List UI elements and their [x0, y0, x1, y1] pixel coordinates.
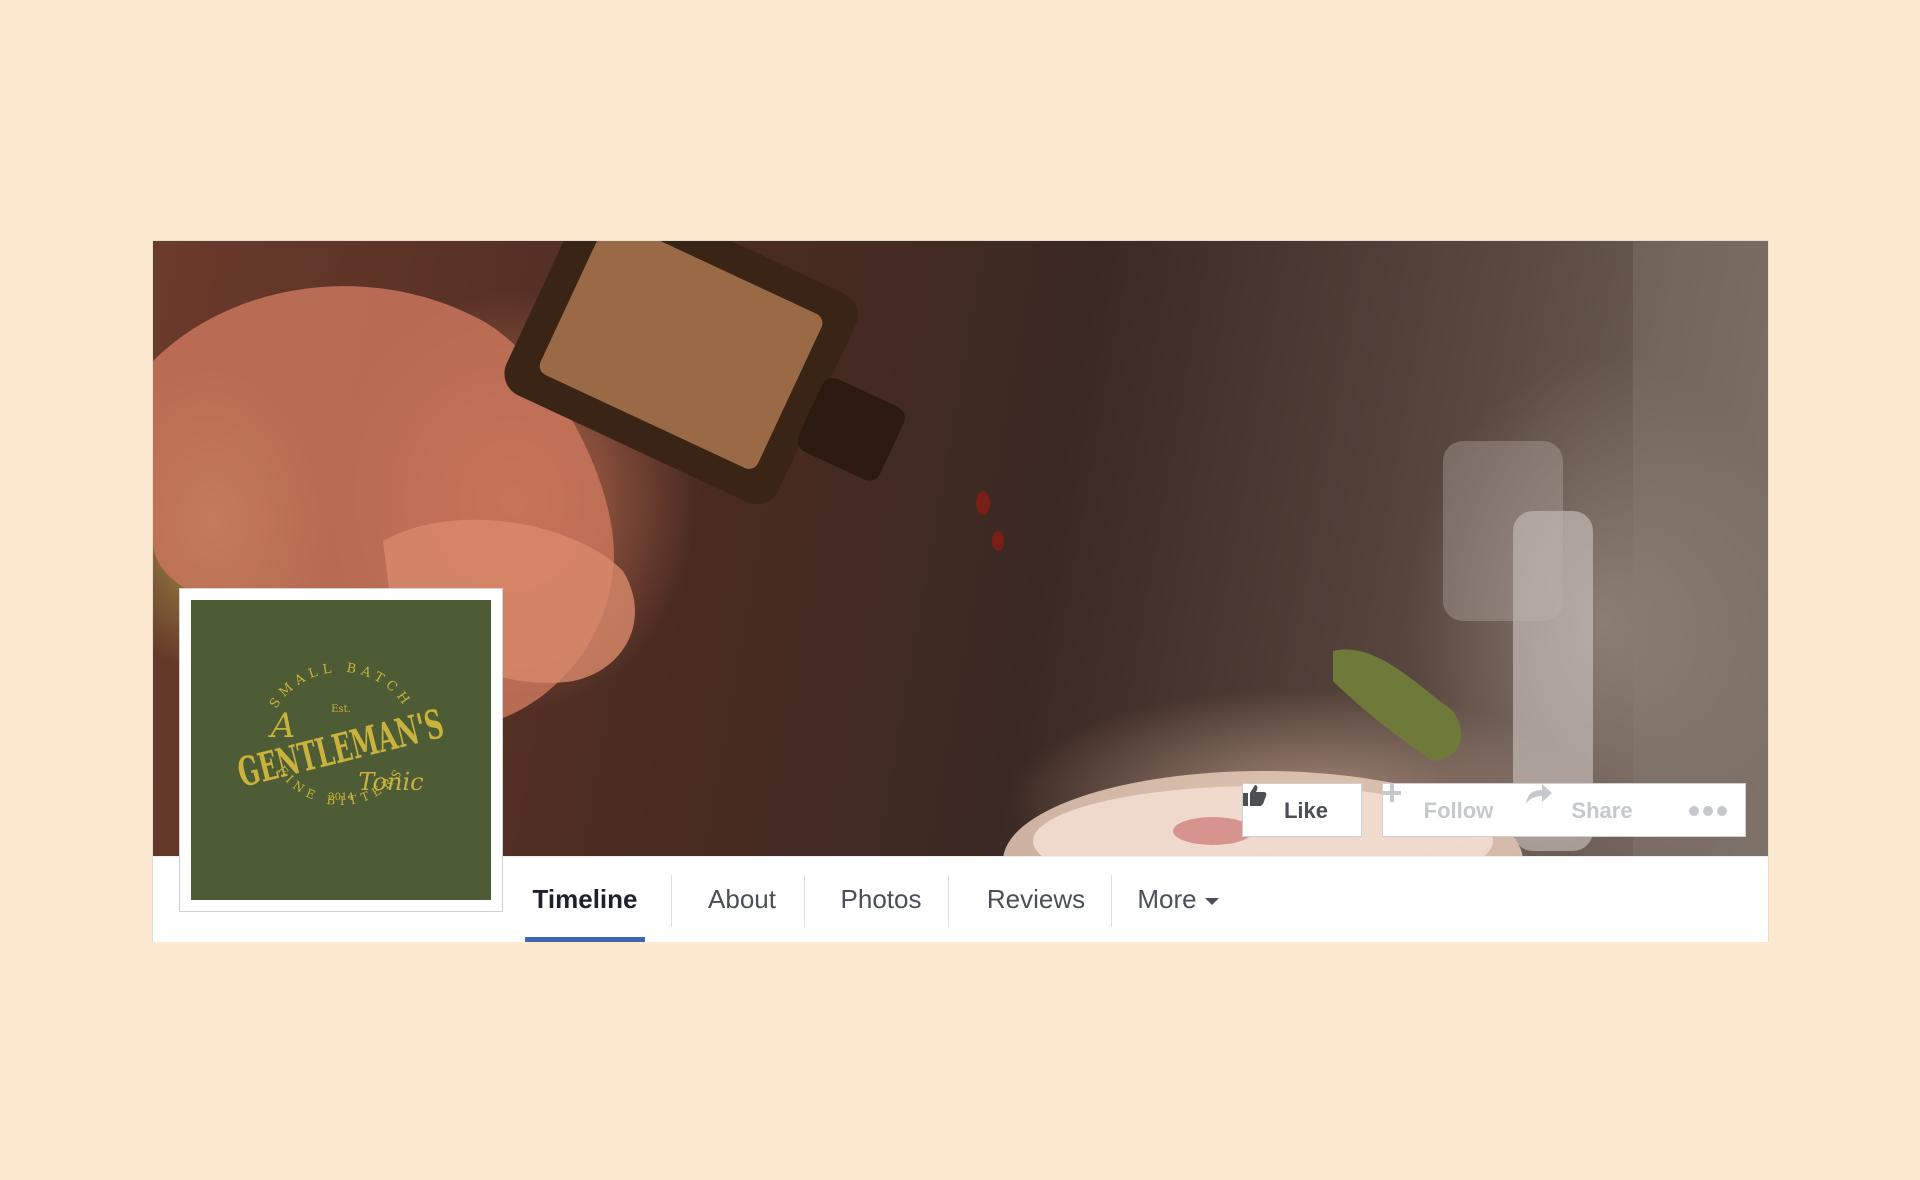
tab-reviews[interactable]: Reviews — [961, 857, 1111, 942]
ellipsis-icon — [1687, 797, 1729, 822]
caret-down-icon — [1204, 897, 1219, 905]
like-label: Like — [1283, 798, 1329, 824]
tab-more[interactable]: More — [1123, 857, 1233, 942]
follow-button[interactable]: Follow — [1382, 783, 1527, 837]
more-options-button[interactable] — [1670, 783, 1746, 837]
tab-timeline[interactable]: Timeline — [525, 857, 645, 942]
tab-divider — [948, 875, 949, 927]
brand-logo: SMALL BATCH Est. A GENTLEMAN'S Tonic 201… — [233, 661, 448, 808]
tab-divider — [804, 875, 805, 927]
tab-about[interactable]: About — [683, 857, 801, 942]
follow-label: Follow — [1423, 798, 1494, 824]
tab-more-label: More — [1137, 884, 1197, 914]
tab-photos[interactable]: Photos — [816, 857, 946, 942]
logo-est: Est. — [331, 704, 351, 715]
share-label: Share — [1571, 798, 1633, 824]
page-header: Like Follow Share Timeline About Photos … — [153, 241, 1768, 942]
profile-picture-frame[interactable]: SMALL BATCH Est. A GENTLEMAN'S Tonic 201… — [179, 588, 503, 912]
tab-divider — [1111, 875, 1112, 927]
share-button[interactable]: Share — [1526, 783, 1671, 837]
like-button[interactable]: Like — [1242, 783, 1362, 837]
profile-picture: SMALL BATCH Est. A GENTLEMAN'S Tonic 201… — [191, 600, 491, 900]
tab-divider — [671, 875, 672, 927]
